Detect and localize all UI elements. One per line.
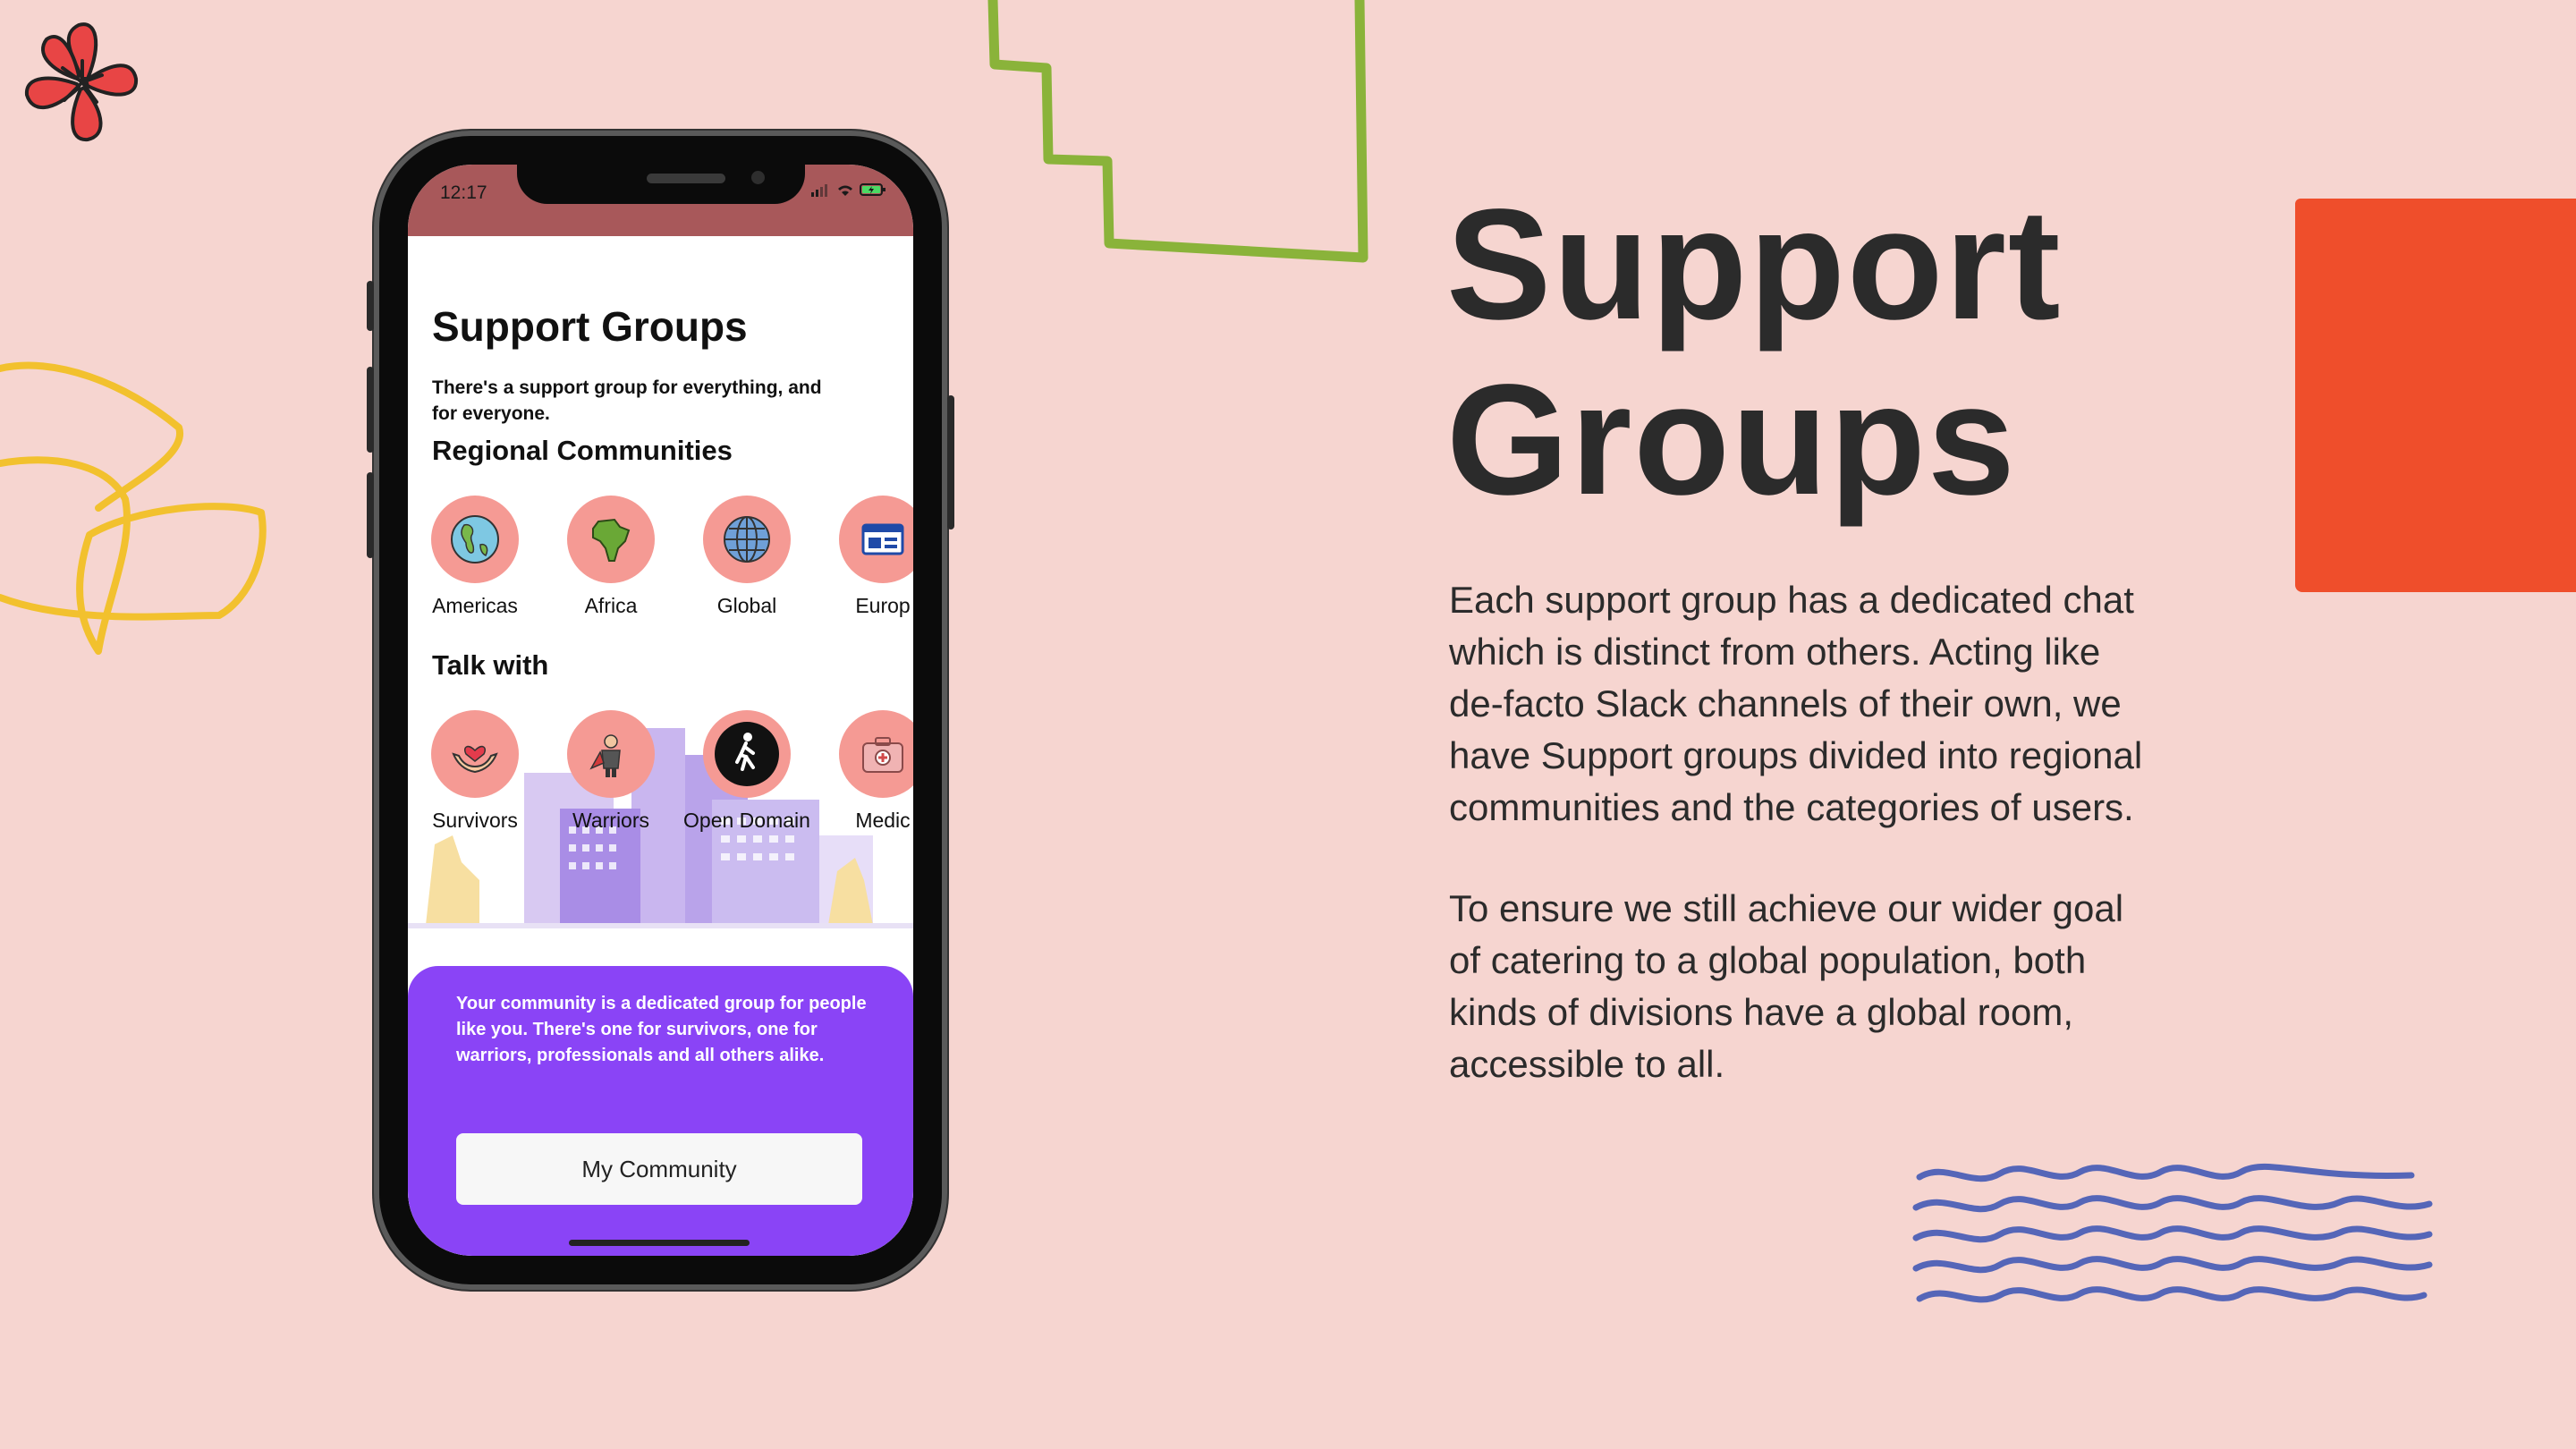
app-content: Support Groups There's a support group f… [408,236,913,1256]
yellow-scribble [0,361,267,655]
wifi-icon [837,185,852,196]
phone-mockup: 12:17 Support Groups There's a support g… [367,131,954,1290]
globe-icon [724,516,770,563]
orange-block [2295,199,2576,592]
global-circle [703,496,791,583]
community-description: Your community is a dedicated group for … [456,994,867,1065]
walking-person-icon [715,722,779,786]
phone-volume-up [367,367,374,453]
body-paragraph-1: Each support group has a dedicated chat … [1449,579,2143,828]
medical-kit-icon [862,737,903,773]
regional-label: Africa [584,594,638,617]
home-indicator[interactable] [569,1240,750,1246]
slide-heading: Support Groups [1446,177,2063,528]
notch-camera [751,171,765,184]
talk-label: Open Domain [683,809,810,832]
flower-icon [24,22,139,142]
notch-speaker [647,174,725,183]
talk-item-warriors[interactable]: Warriors [544,710,678,833]
phone-side-button [367,281,374,331]
community-panel: Your community is a dedicated group for … [408,966,913,1256]
regional-label: Europ [855,594,911,617]
regional-label: Global [716,594,777,617]
app-subtitle: There's a support group for everything, … [432,377,822,424]
phone-volume-down [367,472,374,558]
section-title-talk: Talk with [432,649,549,681]
talk-label: Warriors [572,809,650,832]
heading-line-1: Support [1446,177,2063,352]
regional-item-americas[interactable]: Americas [408,496,542,618]
green-step-line [987,0,1368,263]
regional-item-global[interactable]: Global [680,496,814,618]
warrior-icon [589,734,621,777]
talk-label: Survivors [432,809,518,832]
battery-charging-icon [860,183,886,196]
africa-circle [567,496,655,583]
regional-item-africa[interactable]: Africa [544,496,678,618]
phone-notch [517,165,805,204]
survivors-circle [431,710,519,798]
status-icons [810,182,886,201]
americas-circle [431,496,519,583]
heart-hands-icon [452,745,498,774]
talk-item-survivors[interactable]: Survivors [408,710,542,833]
phone-power-button [947,395,954,530]
open-domain-circle [703,710,791,798]
americas-globe-icon [451,515,499,564]
regional-label: Americas [432,594,518,617]
talk-item-open-domain[interactable]: Open Domain [680,710,814,833]
my-community-button[interactable]: My Community [456,1133,862,1205]
status-time: 12:17 [440,182,487,203]
blue-wave-lines [1912,1163,2433,1303]
app-title: Support Groups [432,303,748,350]
europe-icon [861,523,904,555]
signal-icon [810,184,827,197]
warriors-circle [567,710,655,798]
europe-circle [839,496,913,583]
medic-circle [839,710,913,798]
africa-map-icon [592,518,631,562]
section-title-regional: Regional Communities [432,435,733,466]
phone-screen: 12:17 Support Groups There's a support g… [408,165,913,1256]
talk-item-medic[interactable]: Medic [816,710,913,833]
talk-label: Medic [855,809,911,832]
heading-line-2: Groups [1446,352,2017,528]
body-paragraph-2: To ensure we still achieve our wider goa… [1449,887,2124,1085]
regional-item-europe[interactable]: Europ [816,496,913,618]
